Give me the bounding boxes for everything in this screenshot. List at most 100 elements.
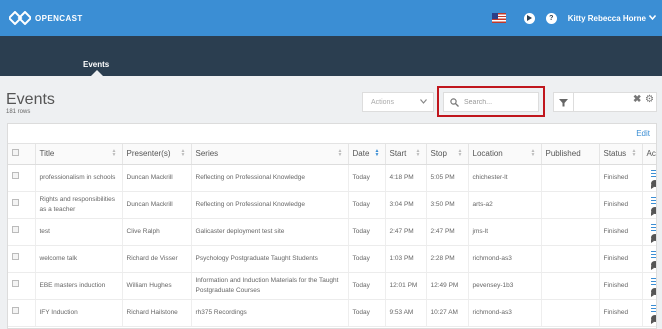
us-flag-icon[interactable] — [491, 13, 506, 23]
table-row[interactable]: EBE masters induction William Hughes Inf… — [8, 272, 656, 300]
cell-stop: 2:47 PM — [426, 218, 469, 246]
row-select-cell[interactable] — [8, 191, 36, 219]
comment-icon[interactable] — [650, 179, 656, 189]
cell-start: 1:03 PM — [385, 245, 427, 273]
cell-location: richmond-as3 — [468, 299, 542, 327]
actions-dropdown[interactable]: Actions — [362, 92, 434, 112]
row-count: 181 rows — [6, 109, 31, 115]
chevron-down-icon[interactable] — [648, 14, 657, 22]
comment-icon[interactable] — [650, 206, 656, 216]
details-icon[interactable] — [650, 196, 656, 205]
comment-icon[interactable] — [650, 233, 656, 243]
edit-link[interactable]: Edit — [636, 129, 650, 138]
cell-presenters: Clive Ralph — [122, 218, 192, 246]
search-field[interactable] — [443, 92, 539, 112]
tab-events[interactable]: Events — [83, 60, 109, 69]
cell-start: 9:53 AM — [385, 299, 427, 327]
app-logo[interactable]: OPENCAST — [9, 11, 83, 25]
events-grid: Title ▲ ▼ Presenter(s) ▲ ▼ Series ▲ ▼ Date ▲ ▼ S… — [8, 144, 656, 327]
row-checkbox[interactable] — [12, 199, 19, 207]
play-icon[interactable] — [523, 12, 535, 24]
details-icon[interactable] — [650, 250, 656, 259]
page-title: Events — [6, 91, 55, 108]
sort-icon: ▲ ▼ — [457, 148, 463, 158]
cell-published — [541, 272, 600, 300]
column-header-date[interactable]: Date ▲ ▼ — [348, 144, 386, 165]
cell-presenters: Duncan Mackrill — [122, 191, 192, 219]
table-row[interactable]: professionalism in schools Duncan Mackri… — [8, 164, 656, 192]
app-name: OPENCAST — [35, 13, 83, 23]
cell-presenters: Richard Hailstone — [122, 299, 192, 327]
row-select-cell[interactable] — [8, 164, 36, 192]
column-header-title[interactable]: Title ▲ ▼ — [35, 144, 123, 165]
top-bar: OPENCAST ? Kitty Rebecca Horne — [0, 0, 662, 36]
table-row[interactable]: IFY Induction Richard Hailstone rh375 Re… — [8, 299, 656, 327]
cell-actions: ✂ — [642, 191, 656, 219]
cell-date: Today — [348, 272, 386, 300]
row-select-cell[interactable] — [8, 218, 36, 246]
sort-icon: ▲ ▼ — [631, 148, 637, 158]
column-header-start[interactable]: Start ▲ ▼ — [385, 144, 427, 165]
table-row[interactable]: welcome talk Richard de Visser Psycholog… — [8, 245, 656, 273]
details-icon[interactable] — [650, 304, 656, 313]
table-row[interactable]: test Clive Ralph Galicaster deployment t… — [8, 218, 656, 246]
cell-start: 2:47 PM — [385, 218, 427, 246]
cell-published — [541, 245, 600, 273]
cell-actions: ✂ — [642, 245, 656, 273]
cell-title: Rights and responsibilities as a teacher — [35, 191, 123, 219]
filter-divider — [573, 93, 574, 111]
cell-status: Finished — [599, 218, 643, 246]
comment-icon[interactable] — [650, 314, 656, 324]
comment-icon[interactable] — [650, 260, 656, 270]
column-header-presenters[interactable]: Presenter(s) ▲ ▼ — [122, 144, 192, 165]
cell-presenters: William Hughes — [122, 272, 192, 300]
row-checkbox[interactable] — [12, 280, 19, 288]
column-header-published: Published — [541, 144, 600, 165]
search-input[interactable] — [464, 98, 534, 106]
row-select-cell[interactable] — [8, 245, 36, 273]
sort-icon: ▲ ▼ — [180, 148, 186, 158]
row-select-cell[interactable] — [8, 299, 36, 327]
row-checkbox[interactable] — [12, 172, 19, 180]
select-all-header[interactable] — [8, 144, 36, 165]
cell-title: EBE masters induction — [35, 272, 123, 300]
column-header-stop[interactable]: Stop ▲ ▼ — [426, 144, 469, 165]
details-icon[interactable] — [650, 169, 656, 178]
cell-published — [541, 218, 600, 246]
cell-series: Psychology Postgraduate Taught Students — [191, 245, 349, 273]
filter-bar[interactable]: ✖ ⚙ — [553, 92, 657, 112]
row-checkbox[interactable] — [12, 307, 19, 315]
row-select-cell[interactable] — [8, 272, 36, 300]
sort-icon: ▲ ▼ — [111, 148, 117, 158]
column-header-series[interactable]: Series ▲ ▼ — [191, 144, 349, 165]
cell-series: rh375 Recordings — [191, 299, 349, 327]
funnel-icon[interactable] — [557, 96, 570, 109]
nav-bar: Events — [0, 36, 662, 76]
details-icon[interactable] — [650, 223, 656, 232]
details-icon[interactable] — [650, 277, 656, 286]
comment-icon[interactable] — [650, 287, 656, 297]
table-toolbar: Edit — [8, 124, 656, 144]
cell-series: Reflecting on Professional Knowledge — [191, 191, 349, 219]
cell-location: richmond-as3 — [468, 245, 542, 273]
column-header-location[interactable]: Location ▲ ▼ — [468, 144, 542, 165]
cell-published — [541, 191, 600, 219]
cell-title: IFY Induction — [35, 299, 123, 327]
select-all-checkbox[interactable] — [12, 149, 19, 157]
row-checkbox[interactable] — [12, 226, 19, 234]
cell-actions: ✂ — [642, 218, 656, 246]
column-header-actions: Actions — [642, 144, 656, 165]
column-header-status[interactable]: Status ▲ ▼ — [599, 144, 643, 165]
cell-stop: 3:50 PM — [426, 191, 469, 219]
user-menu[interactable]: Kitty Rebecca Horne — [568, 14, 646, 23]
help-icon[interactable]: ? — [545, 12, 557, 24]
table-header-row: Title ▲ ▼ Presenter(s) ▲ ▼ Series ▲ ▼ Date ▲ ▼ S… — [8, 144, 656, 165]
cell-location: jms-lt — [468, 218, 542, 246]
cell-status: Finished — [599, 299, 643, 327]
gear-icon[interactable]: ⚙ — [645, 94, 654, 105]
cell-date: Today — [348, 218, 386, 246]
row-checkbox[interactable] — [12, 253, 19, 261]
table-row[interactable]: Rights and responsibilities as a teacher… — [8, 191, 656, 219]
cell-series: Information and Induction Materials for … — [191, 272, 349, 300]
clear-filters-icon[interactable]: ✖ — [633, 94, 641, 105]
